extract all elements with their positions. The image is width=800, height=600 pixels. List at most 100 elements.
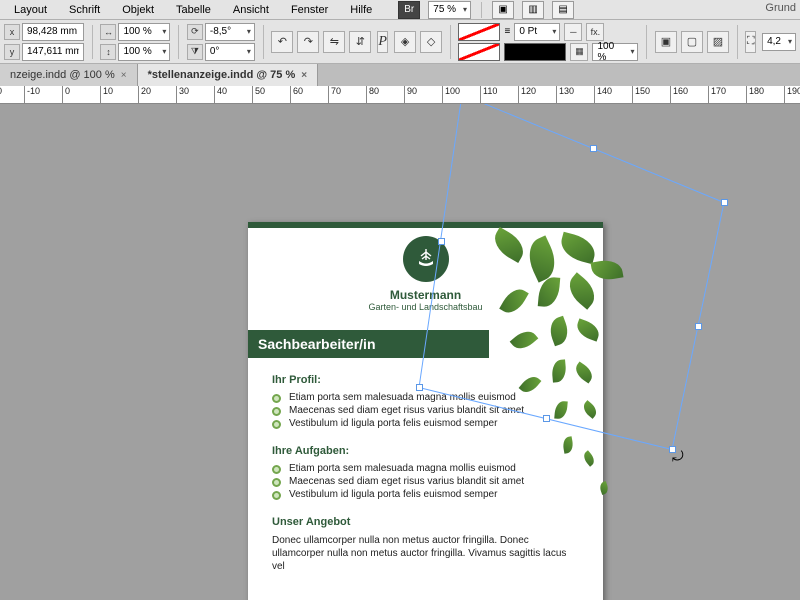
- bridge-button[interactable]: Br: [398, 1, 420, 19]
- view-mode-icon[interactable]: ▣: [492, 1, 514, 19]
- stroke-style-icon[interactable]: ─: [564, 23, 582, 41]
- ruler-tick: 40: [214, 86, 227, 104]
- menu-objekt[interactable]: Objekt: [112, 2, 164, 18]
- scale-x-icon: ↔: [100, 24, 116, 40]
- list-item: Maecenas sed diam eget risus varius blan…: [272, 476, 603, 487]
- ruler-tick: 160: [670, 86, 688, 104]
- document-canvas[interactable]: Mustermann Garten- und Landschaftsbau Sa…: [0, 104, 800, 600]
- select-content-icon[interactable]: ◇: [420, 31, 442, 53]
- menu-tabelle[interactable]: Tabelle: [166, 2, 221, 18]
- y-pos-field[interactable]: [22, 43, 84, 61]
- opacity-icon: ▦: [570, 43, 588, 61]
- shear-icon: ⧩: [187, 44, 203, 60]
- flip-h-icon[interactable]: ⇋: [323, 31, 345, 53]
- ruler-tick: 20: [138, 86, 151, 104]
- section-heading: Unser Angebot: [272, 516, 603, 528]
- selection-handle[interactable]: [721, 199, 728, 206]
- scale-x-field[interactable]: 100 %: [118, 23, 170, 41]
- workspace-label[interactable]: Grund: [765, 2, 796, 14]
- list-item: Etiam porta sem malesuada magna mollis e…: [272, 392, 603, 403]
- ruler-tick: 50: [252, 86, 265, 104]
- list-item: Maecenas sed diam eget risus varius blan…: [272, 405, 603, 416]
- menu-fenster[interactable]: Fenster: [281, 2, 338, 18]
- screen-mode-icon[interactable]: ▥: [522, 1, 544, 19]
- text-wrap-object-icon[interactable]: ▨: [707, 31, 729, 53]
- ruler-tick: 190: [784, 86, 800, 104]
- opacity-field[interactable]: 100 %: [592, 43, 638, 61]
- paragraph-icon[interactable]: P: [377, 31, 388, 53]
- selection-handle[interactable]: [438, 238, 445, 245]
- menu-schrift[interactable]: Schrift: [59, 2, 110, 18]
- bullet-text: Maecenas sed diam eget risus varius blan…: [289, 405, 524, 416]
- ruler-tick: 60: [290, 86, 303, 104]
- ruler-tick: 150: [632, 86, 650, 104]
- bullet-icon: [272, 465, 281, 474]
- scale-y-icon: ↕: [100, 44, 116, 60]
- flip-v-icon[interactable]: ⇵: [349, 31, 371, 53]
- job-title-bar: Sachbearbeiter/in: [248, 330, 489, 358]
- paragraph-text: Donec ullamcorper nulla non metus auctor…: [272, 534, 579, 573]
- rotate-cw-icon[interactable]: ↷: [297, 31, 319, 53]
- ruler-tick: 110: [480, 86, 497, 104]
- section-heading: Ihre Aufgaben:: [272, 445, 603, 457]
- ruler-tick: 140: [594, 86, 612, 104]
- ruler-tick: 0: [62, 86, 70, 104]
- bullet-icon: [272, 394, 281, 403]
- menu-ansicht[interactable]: Ansicht: [223, 2, 279, 18]
- close-icon[interactable]: ×: [301, 70, 307, 81]
- ruler-tick: 170: [708, 86, 726, 104]
- zoom-select[interactable]: 75 %: [428, 1, 471, 19]
- bullet-icon: [272, 407, 281, 416]
- shear-field[interactable]: 0°: [205, 43, 255, 61]
- text-wrap-around-icon[interactable]: ▢: [681, 31, 703, 53]
- stroke-swatch[interactable]: [458, 43, 500, 61]
- bullet-text: Vestibulum id ligula porta felis euismod…: [289, 418, 497, 429]
- ruler-tick: -20: [0, 86, 2, 104]
- rotation-field[interactable]: -8,5°: [205, 23, 255, 41]
- selection-handle[interactable]: [695, 323, 702, 330]
- ruler-tick: 30: [176, 86, 189, 104]
- scale-y-field[interactable]: 100 %: [118, 43, 170, 61]
- ruler-tick: 130: [556, 86, 574, 104]
- fx-button[interactable]: fx.: [586, 23, 604, 41]
- horizontal-ruler[interactable]: -20 -10 0 10 20 30 40 50 60 70 80 90 100 110 120 130 140…: [0, 86, 800, 104]
- bullet-icon: [272, 420, 281, 429]
- menu-bar: Layout Schrift Objekt Tabelle Ansicht Fe…: [0, 0, 800, 20]
- ruler-tick: 10: [100, 86, 113, 104]
- bullet-text: Vestibulum id ligula porta felis euismod…: [289, 489, 497, 500]
- list-item: Etiam porta sem malesuada magna mollis e…: [272, 463, 603, 474]
- frame-fitting-icon[interactable]: ⛶: [745, 31, 756, 53]
- menu-layout[interactable]: Layout: [4, 2, 57, 18]
- y-pos-icon: y: [4, 44, 20, 60]
- bullet-text: Maecenas sed diam eget risus varius blan…: [289, 476, 524, 487]
- ruler-tick: 80: [366, 86, 379, 104]
- rotation-icon: ⟳: [187, 24, 203, 40]
- stroke-color-swatch[interactable]: [504, 43, 566, 61]
- x-pos-icon: x: [4, 24, 20, 40]
- bullet-icon: [272, 478, 281, 487]
- arrange-icon[interactable]: ▤: [552, 1, 574, 19]
- document-tab[interactable]: nzeige.indd @ 100 % ×: [0, 64, 138, 86]
- document-tab[interactable]: *stellenanzeige.indd @ 75 % ×: [138, 64, 319, 86]
- extra-field[interactable]: 4,2: [762, 33, 796, 51]
- ruler-tick: 120: [518, 86, 536, 104]
- ruler-tick: 180: [746, 86, 764, 104]
- fill-swatch[interactable]: [458, 23, 500, 41]
- ruler-tick: 90: [404, 86, 417, 104]
- close-icon[interactable]: ×: [121, 70, 127, 81]
- select-container-icon[interactable]: ◈: [394, 31, 416, 53]
- rotate-ccw-icon[interactable]: ↶: [271, 31, 293, 53]
- ruler-tick: 70: [328, 86, 341, 104]
- selection-handle[interactable]: [416, 384, 423, 391]
- selection-handle[interactable]: [590, 145, 597, 152]
- rotate-cursor-icon: ⤾: [672, 448, 684, 465]
- bullet-text: Etiam porta sem malesuada magna mollis e…: [289, 463, 516, 474]
- selection-handle[interactable]: [543, 415, 550, 422]
- text-wrap-none-icon[interactable]: ▣: [655, 31, 677, 53]
- x-pos-field[interactable]: [22, 23, 84, 41]
- ruler-tick: -10: [24, 86, 40, 104]
- bullet-icon: [272, 491, 281, 500]
- menu-hilfe[interactable]: Hilfe: [340, 2, 382, 18]
- ruler-tick: 100: [442, 86, 460, 104]
- stroke-weight-field[interactable]: 0 Pt: [514, 23, 560, 41]
